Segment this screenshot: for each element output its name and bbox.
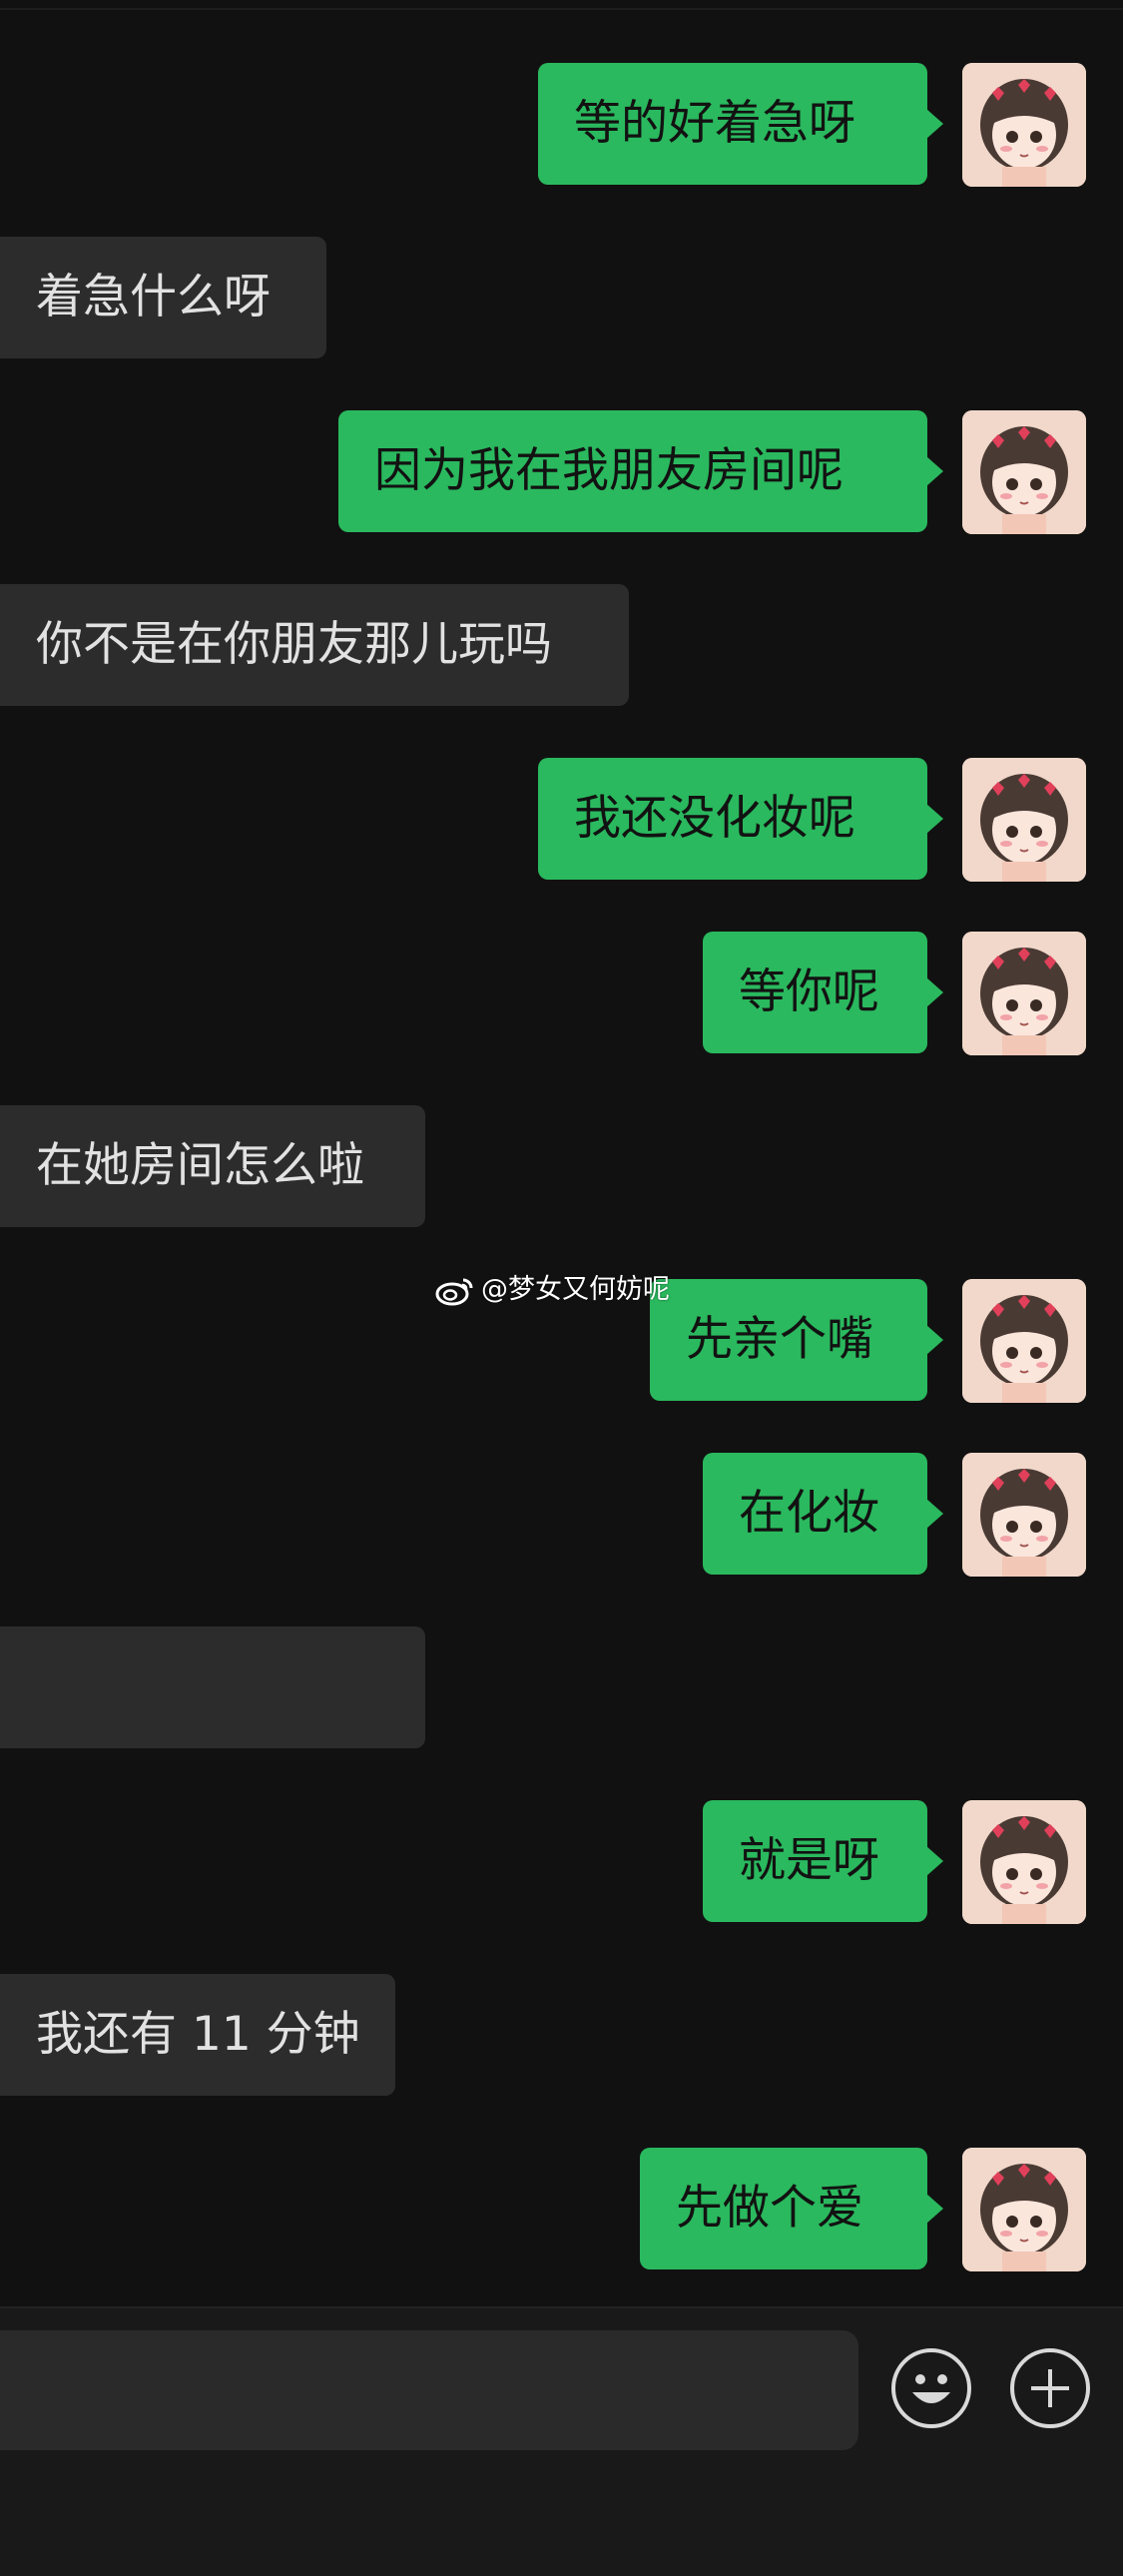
message-bubble-incoming[interactable]: 着急什么呀 bbox=[0, 237, 326, 358]
message-text: 先做个爱 bbox=[676, 2181, 863, 2236]
avatar-image bbox=[962, 63, 1086, 187]
watermark: @梦女又何妨呢 bbox=[435, 1272, 670, 1308]
message-bubble-outgoing[interactable]: 先亲个嘴 bbox=[650, 1279, 943, 1401]
message-text: 你不是在你朋友那儿玩吗 bbox=[36, 617, 552, 672]
avatar[interactable] bbox=[962, 758, 1086, 882]
avatar[interactable] bbox=[962, 63, 1086, 187]
message-text: 等你呢 bbox=[739, 965, 879, 1019]
message-text: 我还没化妆呢 bbox=[574, 791, 855, 846]
message-bubble-incoming[interactable]: 你不是在你朋友那儿玩吗 bbox=[0, 584, 629, 706]
message-text: 先亲个嘴 bbox=[686, 1312, 873, 1367]
message-bubble-incoming-blurred[interactable] bbox=[0, 1626, 425, 1748]
avatar[interactable] bbox=[962, 1800, 1086, 1924]
avatar-image bbox=[962, 758, 1086, 882]
message-bubble-outgoing[interactable]: 等的好着急呀 bbox=[538, 63, 943, 185]
message-bubble-outgoing[interactable]: 我还没化妆呢 bbox=[538, 758, 943, 880]
plus-circle-icon bbox=[1031, 2369, 1069, 2407]
watermark-text: @梦女又何妨呢 bbox=[481, 1274, 670, 1305]
message-bubble-outgoing[interactable]: 先做个爱 bbox=[640, 2148, 943, 2269]
avatar[interactable] bbox=[962, 1453, 1086, 1577]
avatar-image bbox=[962, 1279, 1086, 1403]
avatar[interactable] bbox=[962, 932, 1086, 1055]
message-text: 我还有 11 分钟 bbox=[36, 2007, 360, 2062]
message-bubble-outgoing[interactable]: 因为我在我朋友房间呢 bbox=[338, 410, 943, 532]
message-bubble-incoming[interactable]: 在她房间怎么啦 bbox=[0, 1105, 425, 1227]
message-text: 等的好着急呀 bbox=[574, 96, 855, 151]
message-input[interactable] bbox=[0, 2330, 858, 2450]
message-bubble-outgoing[interactable]: 就是呀 bbox=[703, 1800, 943, 1922]
chat-area[interactable]: 等的好着急呀 着急什么呀 因为我在我朋友房间呢 你不是在你朋友那儿玩吗 我还没化… bbox=[0, 0, 1123, 2306]
message-text: 就是呀 bbox=[739, 1833, 879, 1888]
avatar-image bbox=[962, 1800, 1086, 1924]
weibo-icon bbox=[435, 1278, 473, 1306]
avatar-image bbox=[962, 2148, 1086, 2271]
message-bubble-outgoing[interactable]: 等你呢 bbox=[703, 932, 943, 1053]
message-text: 着急什么呀 bbox=[36, 270, 271, 324]
smile-emoji-icon bbox=[912, 2374, 950, 2403]
avatar[interactable] bbox=[962, 410, 1086, 534]
input-bar bbox=[0, 2306, 1123, 2576]
message-bubble-outgoing[interactable]: 在化妆 bbox=[703, 1453, 943, 1575]
avatar-image bbox=[962, 932, 1086, 1055]
more-options-button[interactable] bbox=[1010, 2348, 1090, 2428]
message-bubble-incoming[interactable]: 我还有 11 分钟 bbox=[0, 1974, 395, 2096]
avatar[interactable] bbox=[962, 1279, 1086, 1403]
avatar-image bbox=[962, 1453, 1086, 1577]
emoji-button[interactable] bbox=[891, 2348, 971, 2428]
avatar-image bbox=[962, 410, 1086, 534]
avatar[interactable] bbox=[962, 2148, 1086, 2271]
message-text: 在她房间怎么啦 bbox=[36, 1138, 364, 1193]
message-text: 在化妆 bbox=[739, 1486, 879, 1541]
message-text: 因为我在我朋友房间呢 bbox=[374, 443, 843, 498]
